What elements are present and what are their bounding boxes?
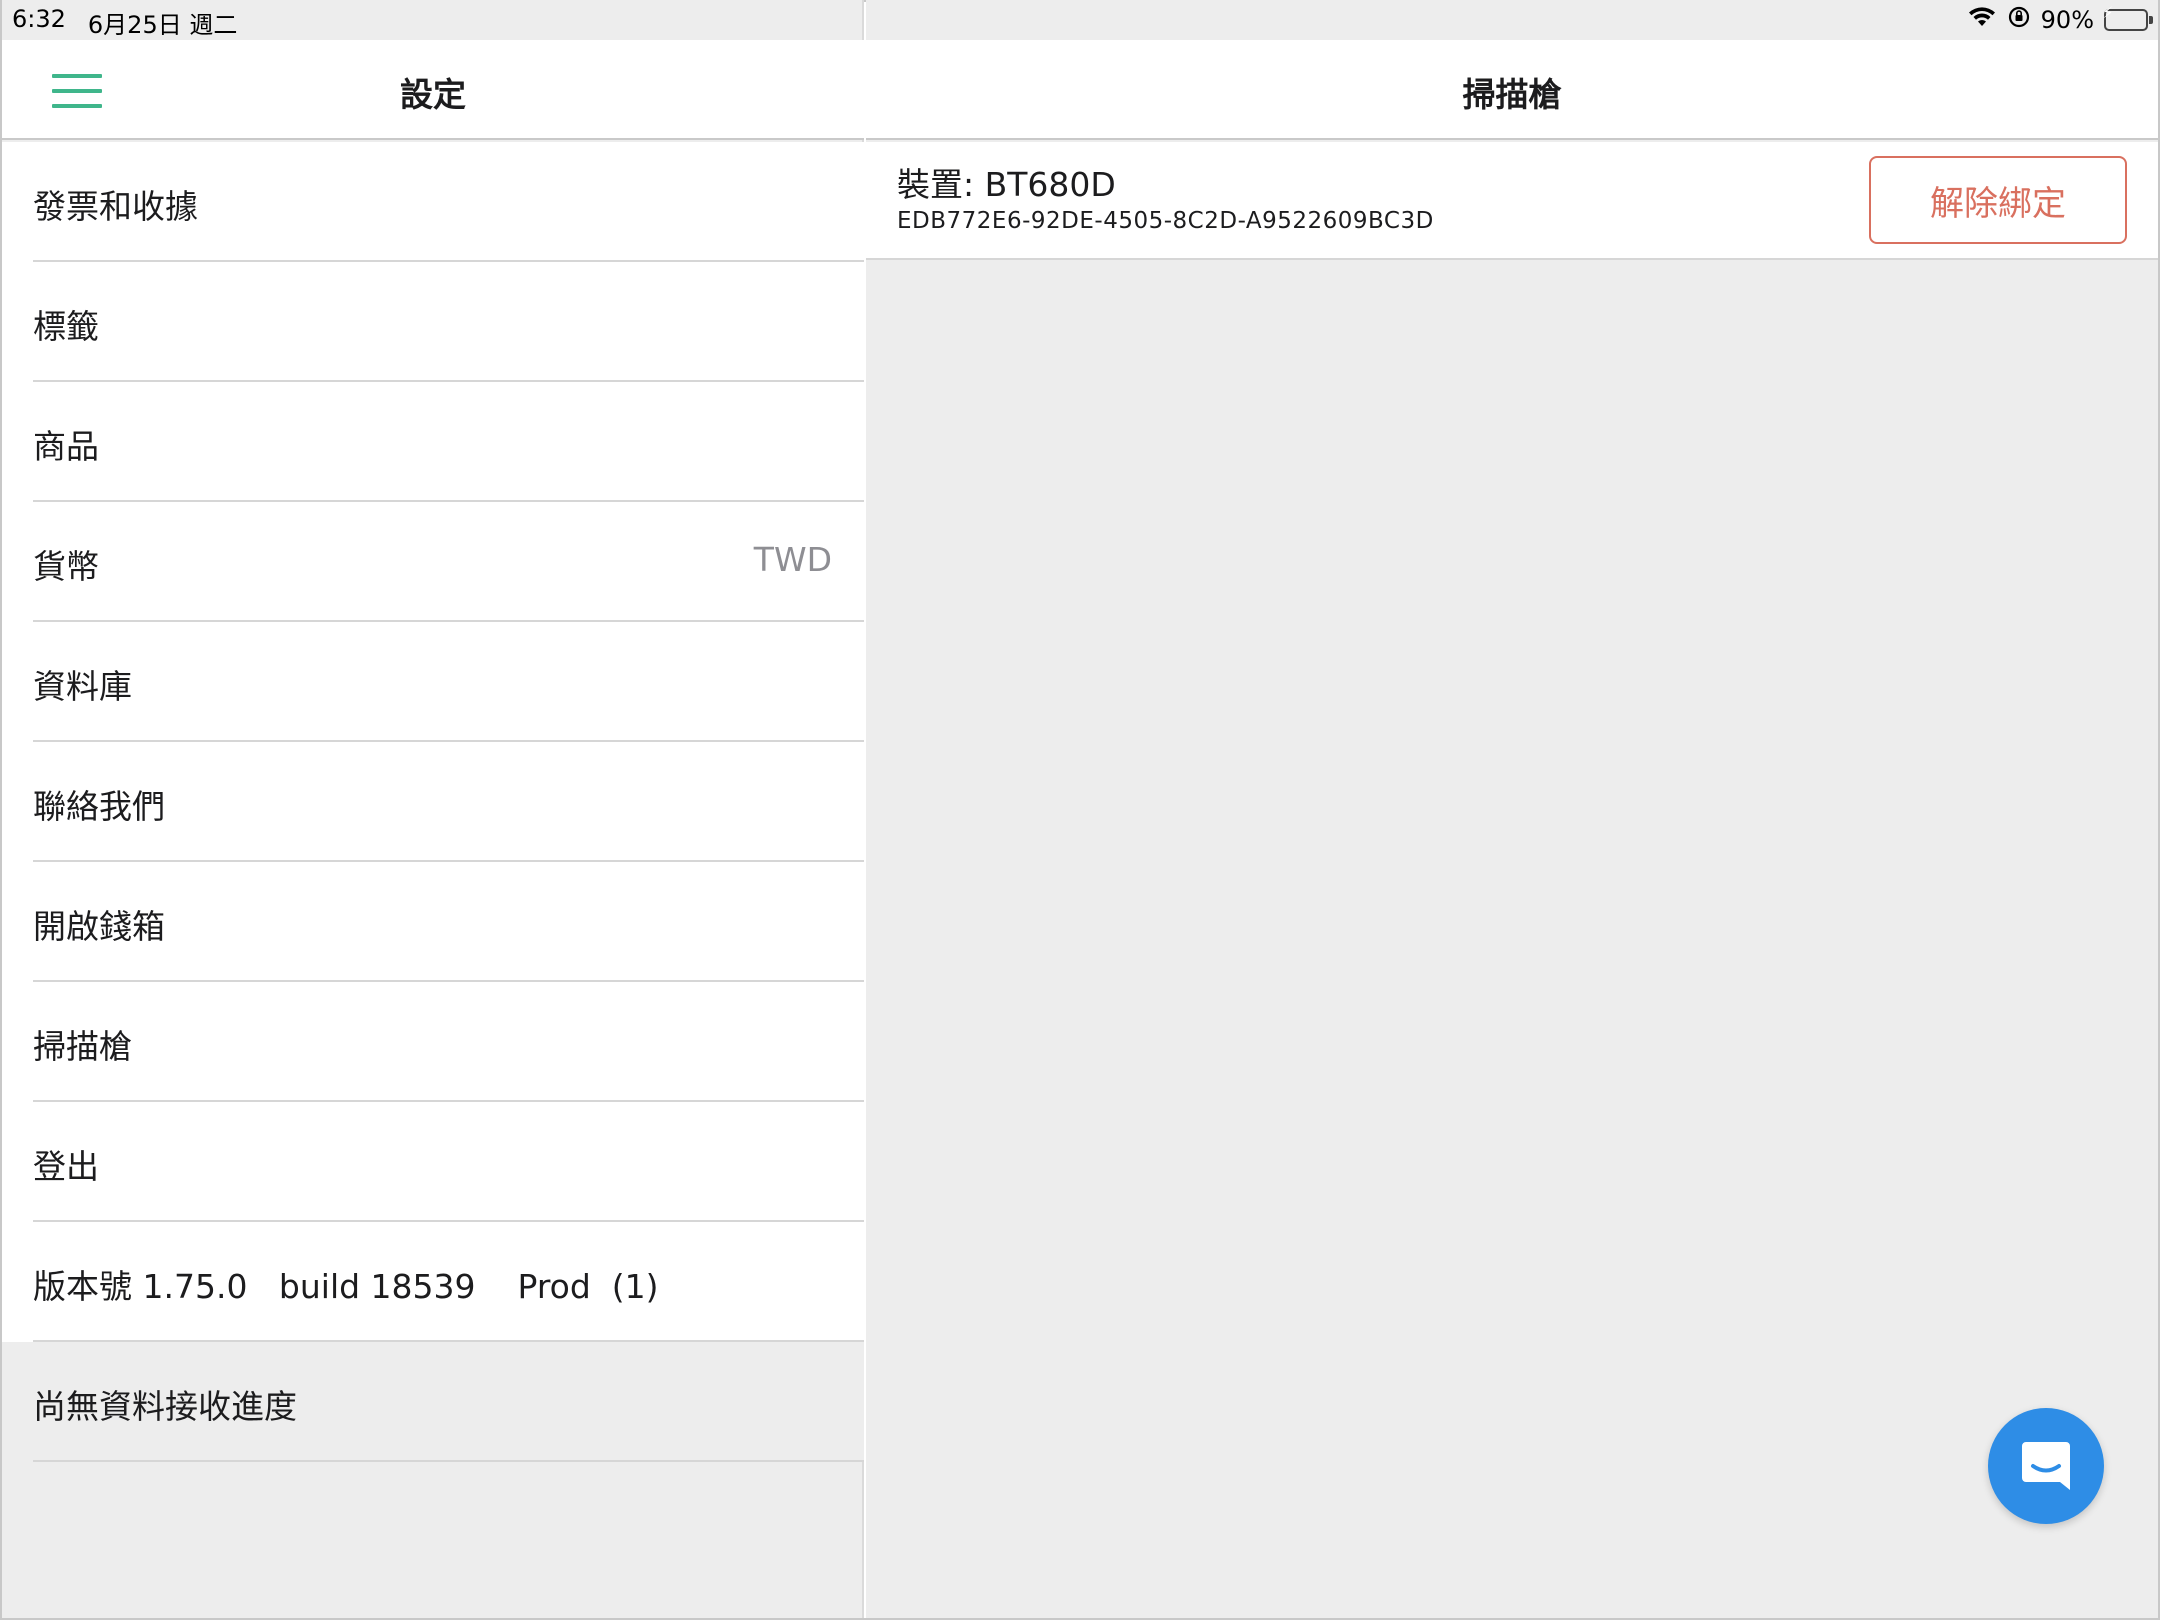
settings-item-scanner[interactable]: 掃描槍	[2, 982, 864, 1102]
settings-item-database[interactable]: 資料庫	[2, 622, 864, 742]
device-uuid: EDB772E6-92DE-4505-8C2D-A9522609BC3D	[897, 208, 1434, 234]
settings-item-label: 聯絡我們	[33, 787, 165, 826]
status-time: 6:32	[12, 5, 66, 33]
scanner-detail-panel: 掃描槍 裝置: BT680D EDB772E6-92DE-4505-8C2D-A…	[866, 0, 2158, 1618]
battery-charging-icon: ⚡	[2102, 5, 2153, 31]
settings-panel: 設定 發票和收據 標籤 商品 貨幣 TWD 資料庫 聯絡我們 開啟錢箱 掃描槍 …	[2, 0, 864, 1618]
scanner-title: 掃描槍	[1462, 75, 1562, 114]
orientation-lock-icon	[2007, 5, 2031, 35]
settings-item-currency[interactable]: 貨幣 TWD	[2, 502, 864, 622]
settings-item-logout[interactable]: 登出	[2, 1102, 864, 1222]
settings-item-invoice[interactable]: 發票和收據	[2, 142, 864, 262]
currency-value: TWD	[753, 540, 832, 579]
settings-item-label: 標籤	[33, 307, 99, 346]
settings-item-contact-us[interactable]: 聯絡我們	[2, 742, 864, 862]
status-date: 6月25日 週二	[87, 11, 238, 39]
settings-item-label: 登出	[33, 1147, 99, 1186]
settings-title: 設定	[400, 75, 466, 114]
wifi-icon	[1967, 6, 1997, 34]
settings-item-label: 商品	[33, 427, 99, 466]
device-row: 裝置: BT680D EDB772E6-92DE-4505-8C2D-A9522…	[866, 142, 2158, 260]
battery-percent: 90%	[2040, 6, 2094, 34]
settings-item-sync-progress: 尚無資料接收進度	[2, 1342, 864, 1462]
settings-item-version: 版本號 1.75.0 build 18539 Prod (1)	[2, 1222, 864, 1342]
settings-item-products[interactable]: 商品	[2, 382, 864, 502]
device-name: 裝置: BT680D	[897, 165, 1116, 204]
unbind-button[interactable]: 解除綁定	[1869, 156, 2127, 244]
sync-progress-label: 尚無資料接收進度	[33, 1387, 297, 1426]
chat-bubble-icon[interactable]	[1988, 1408, 2104, 1524]
settings-header: 設定	[2, 40, 864, 140]
divider	[33, 1460, 864, 1462]
settings-item-label: 貨幣	[33, 547, 99, 586]
settings-list: 發票和收據 標籤 商品 貨幣 TWD 資料庫 聯絡我們 開啟錢箱 掃描槍 登出 …	[2, 142, 864, 1462]
scanner-header: 掃描槍	[866, 40, 2158, 140]
settings-item-label: 資料庫	[33, 667, 132, 706]
settings-item-label: 掃描槍	[33, 1027, 132, 1066]
settings-item-tags[interactable]: 標籤	[2, 262, 864, 382]
status-bar: 6:32 6月25日 週二 90% ⚡	[0, 0, 2160, 40]
settings-item-open-cash-drawer[interactable]: 開啟錢箱	[2, 862, 864, 982]
settings-item-label: 發票和收據	[33, 187, 198, 226]
version-label: 版本號 1.75.0 build 18539 Prod (1)	[33, 1267, 659, 1306]
settings-item-label: 開啟錢箱	[33, 907, 165, 946]
